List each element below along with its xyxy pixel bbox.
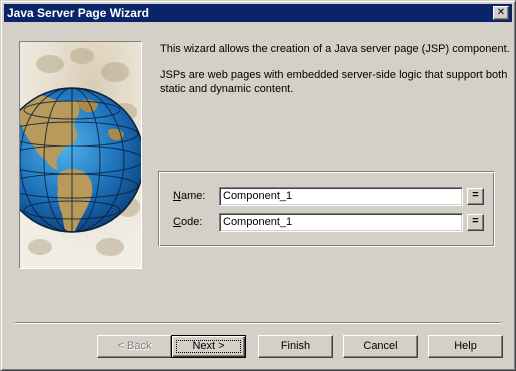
finish-button[interactable]: Finish — [258, 335, 333, 358]
finish-button-label: Finish — [280, 340, 311, 352]
name-equals-button[interactable]: = — [467, 188, 484, 205]
globe-image — [20, 42, 141, 268]
wizard-window: Java Server Page Wizard ✕ This wizard al… — [0, 0, 516, 371]
back-button-label: < Back — [117, 340, 152, 352]
name-label: Name: — [173, 190, 206, 202]
code-input[interactable]: Component_1 — [219, 213, 463, 232]
next-button-label: Next > — [192, 340, 225, 352]
close-button[interactable]: ✕ — [493, 6, 509, 20]
equals-icon: = — [472, 189, 479, 201]
title-bar[interactable]: Java Server Page Wizard ✕ — [4, 4, 512, 22]
properties-group — [158, 171, 495, 247]
wizard-image-panel — [19, 41, 142, 269]
intro-text-2: JSPs are web pages with embedded server-… — [160, 69, 508, 95]
code-label: Code: — [173, 216, 203, 228]
button-separator — [15, 322, 501, 324]
help-button-label: Help — [454, 340, 477, 352]
equals-icon: = — [472, 215, 479, 227]
close-icon: ✕ — [496, 7, 506, 18]
code-equals-button[interactable]: = — [467, 214, 484, 231]
help-button[interactable]: Help — [428, 335, 503, 358]
name-input[interactable]: Component_1 — [219, 187, 463, 206]
back-button[interactable]: < Back — [97, 335, 172, 358]
next-button[interactable]: Next > — [171, 335, 246, 358]
cancel-button-label: Cancel — [363, 340, 398, 352]
window-title: Java Server Page Wizard — [7, 6, 149, 20]
cancel-button[interactable]: Cancel — [343, 335, 418, 358]
intro-text-1: This wizard allows the creation of a Jav… — [160, 43, 510, 55]
